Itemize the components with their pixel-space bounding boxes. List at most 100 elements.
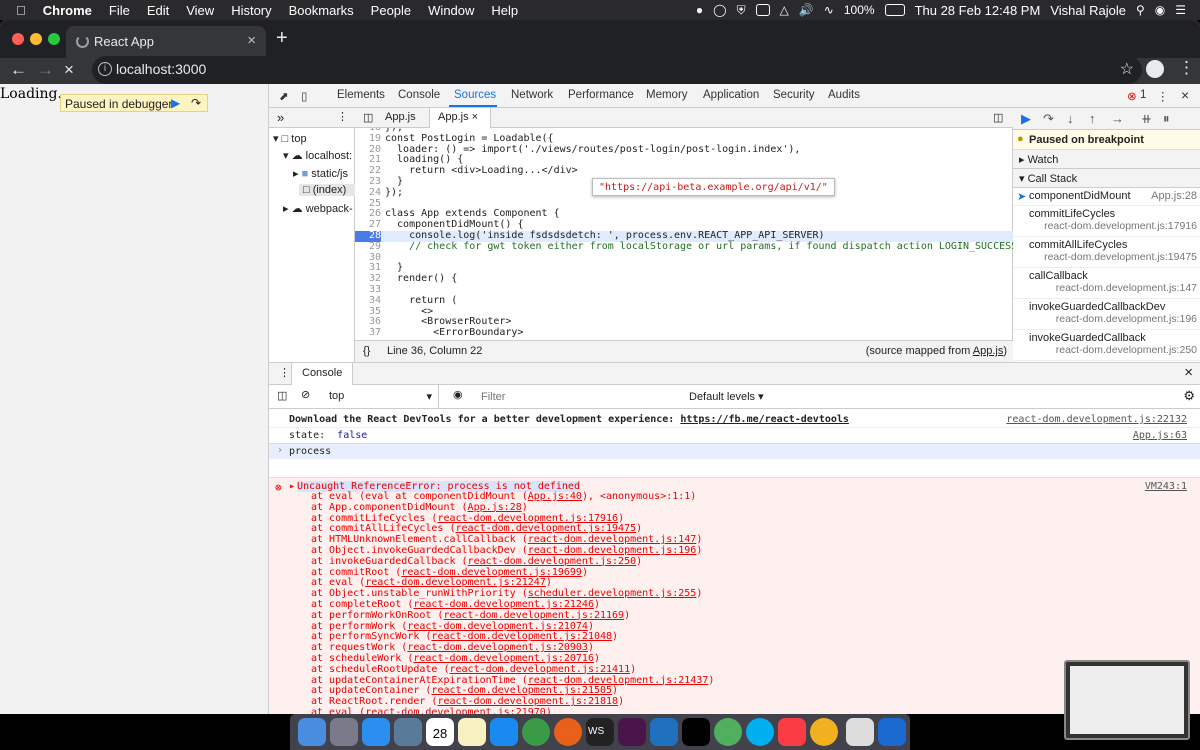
- tab-console[interactable]: Console: [398, 89, 440, 101]
- clock[interactable]: Thu 28 Feb 12:48 PM: [915, 3, 1041, 18]
- battery-icon[interactable]: [884, 4, 905, 16]
- finder-icon[interactable]: [298, 718, 326, 746]
- call-stack-frame[interactable]: invokeGuardedCallbackDev react-dom.develo…: [1013, 299, 1200, 330]
- chrome-menu-icon[interactable]: ⋮: [1178, 58, 1195, 78]
- stack-frame-link[interactable]: react-dom.development.js:21247: [365, 577, 546, 588]
- show-sidebar-icon[interactable]: ◫: [277, 389, 287, 402]
- clear-console-icon[interactable]: ⊘: [301, 388, 310, 401]
- browser-tab[interactable]: React App ×: [66, 26, 266, 58]
- minimize-window-button[interactable]: [30, 33, 42, 45]
- preview-icon[interactable]: [394, 718, 422, 746]
- watch-section[interactable]: ▸ Watch: [1013, 150, 1200, 169]
- context-selector[interactable]: top ▾: [323, 385, 439, 408]
- stack-frame-link[interactable]: react-dom.development.js:250: [468, 556, 637, 567]
- address-bar[interactable]: i localhost:3000 ☆: [92, 56, 1142, 84]
- downloads-icon[interactable]: [878, 718, 906, 746]
- code-area[interactable]: 18});19const PostLogin = Loadable({20 lo…: [355, 128, 1013, 340]
- shield-icon[interactable]: ⛨: [737, 3, 746, 18]
- devtools-menu-icon[interactable]: ⋮: [1157, 89, 1169, 103]
- bookmark-star-icon[interactable]: ☆: [1120, 59, 1134, 79]
- device-toolbar-icon[interactable]: ▯: [301, 89, 307, 103]
- error-count-icon[interactable]: ⊗: [1127, 89, 1137, 103]
- tab-memory[interactable]: Memory: [646, 89, 688, 101]
- stack-frame-link[interactable]: react-dom.development.js:21411: [449, 664, 630, 675]
- document-icon[interactable]: [846, 718, 874, 746]
- call-stack-frame[interactable]: commitLifeCycles react-dom.development.js…: [1013, 206, 1200, 237]
- stack-frame-link[interactable]: react-dom.development.js:21048: [431, 631, 612, 642]
- volume-icon[interactable]: 🔊: [799, 3, 814, 17]
- menu-history[interactable]: History: [231, 3, 271, 18]
- tab-network[interactable]: Network: [511, 89, 553, 101]
- back-button[interactable]: ←: [10, 60, 27, 80]
- stack-frame-link[interactable]: App.js:40: [528, 491, 582, 502]
- stack-frame-link[interactable]: scheduler.development.js:255: [528, 588, 697, 599]
- message-source-link[interactable]: App.js:63: [1133, 430, 1187, 441]
- stack-frame-link[interactable]: react-dom.development.js:20903: [407, 642, 588, 653]
- console-settings-gear-icon[interactable]: ⚙: [1183, 388, 1195, 404]
- step-over-icon[interactable]: ↷: [191, 96, 201, 110]
- menu-help[interactable]: Help: [491, 3, 518, 18]
- error-count[interactable]: 1: [1140, 89, 1146, 101]
- log-levels-select[interactable]: Default levels ▾: [689, 390, 764, 403]
- editor-tab-app-js-2[interactable]: App.js ×: [429, 108, 491, 128]
- line-number[interactable]: 34: [355, 295, 381, 307]
- calendar-icon[interactable]: 28: [426, 718, 454, 746]
- menu-edit[interactable]: Edit: [147, 3, 169, 18]
- step-icon[interactable]: →: [1111, 111, 1124, 126]
- stack-frame-link[interactable]: react-dom.development.js:196: [528, 545, 697, 556]
- notes-icon[interactable]: [458, 718, 486, 746]
- expand-error-icon[interactable]: ▸: [289, 481, 295, 492]
- stop-loading-button[interactable]: ×: [64, 60, 74, 80]
- apple-icon[interactable]: : [16, 3, 26, 18]
- new-tab-button[interactable]: +: [276, 27, 288, 50]
- stack-frame-link[interactable]: react-dom.development.js:20716: [413, 653, 594, 664]
- launchpad-icon[interactable]: [330, 718, 358, 746]
- resume-icon[interactable]: ▶: [1021, 111, 1031, 127]
- step-out-icon[interactable]: ↑: [1089, 111, 1096, 126]
- drawer-menu-icon[interactable]: ⋮: [279, 366, 290, 379]
- battery-percent[interactable]: 100%: [844, 3, 875, 17]
- console-filter-input[interactable]: [475, 388, 681, 405]
- chrome-icon[interactable]: [522, 718, 550, 746]
- stack-frame-link[interactable]: react-dom.development.js:21437: [528, 675, 709, 686]
- editor-tab-app-js-1[interactable]: App.js: [385, 111, 416, 123]
- close-devtools-icon[interactable]: ×: [1181, 87, 1189, 103]
- status-icon[interactable]: ●: [696, 3, 703, 17]
- line-number[interactable]: 19: [355, 133, 381, 145]
- screenshot-thumbnail[interactable]: [1064, 660, 1190, 740]
- stack-frame-link[interactable]: react-dom.development.js:21818: [437, 696, 618, 707]
- react-devtools-link[interactable]: https://fb.me/react-devtools: [680, 414, 849, 425]
- code-line[interactable]: 30: [355, 252, 1013, 264]
- wifi-icon[interactable]: ∿: [824, 3, 834, 17]
- webstorm-icon[interactable]: WS: [586, 718, 614, 746]
- stack-frame-link[interactable]: react-dom.development.js:21246: [413, 599, 594, 610]
- notification-center-icon[interactable]: ☰: [1175, 3, 1186, 17]
- display-icon[interactable]: [755, 4, 770, 16]
- slack-icon[interactable]: [618, 718, 646, 746]
- live-expression-eye-icon[interactable]: ◉: [453, 388, 463, 401]
- stack-frame-link[interactable]: react-dom.development.js:21505: [431, 685, 612, 696]
- menu-file[interactable]: File: [109, 3, 130, 18]
- tab-sources[interactable]: Sources: [454, 89, 496, 101]
- stack-frame-link[interactable]: react-dom.development.js:21169: [443, 610, 624, 621]
- code-line[interactable]: 37 <ErrorBoundary>: [355, 327, 1013, 339]
- close-tab-icon[interactable]: ×: [472, 111, 478, 123]
- stack-frame-link[interactable]: react-dom.development.js:21074: [407, 621, 588, 632]
- siri-icon[interactable]: ◉: [1155, 3, 1165, 17]
- more-tabs-icon[interactable]: »: [277, 110, 284, 125]
- inspect-element-icon[interactable]: ⬈: [279, 89, 289, 103]
- close-drawer-icon[interactable]: ×: [1184, 364, 1193, 381]
- error-source-link[interactable]: VM243:1: [1145, 481, 1187, 492]
- pause-on-exceptions-icon[interactable]: ⏸: [1163, 111, 1170, 127]
- line-number[interactable]: 24: [355, 187, 381, 199]
- console-drawer-tab[interactable]: Console: [291, 363, 354, 385]
- code-line[interactable]: 32 render() {: [355, 273, 1013, 285]
- call-stack-frame[interactable]: callCallback react-dom.development.js:147: [1013, 268, 1200, 299]
- tab-elements[interactable]: Elements: [337, 89, 385, 101]
- navigator-menu-icon[interactable]: ⋮: [337, 110, 348, 123]
- tree-top[interactable]: ▾ □ top: [273, 132, 307, 145]
- stack-frame-link[interactable]: react-dom.development.js:19699: [401, 567, 582, 578]
- call-stack-frame[interactable]: invokeGuardedCallback react-dom.developme…: [1013, 330, 1200, 361]
- tab-security[interactable]: Security: [773, 89, 815, 101]
- airplay-icon[interactable]: △: [780, 3, 789, 17]
